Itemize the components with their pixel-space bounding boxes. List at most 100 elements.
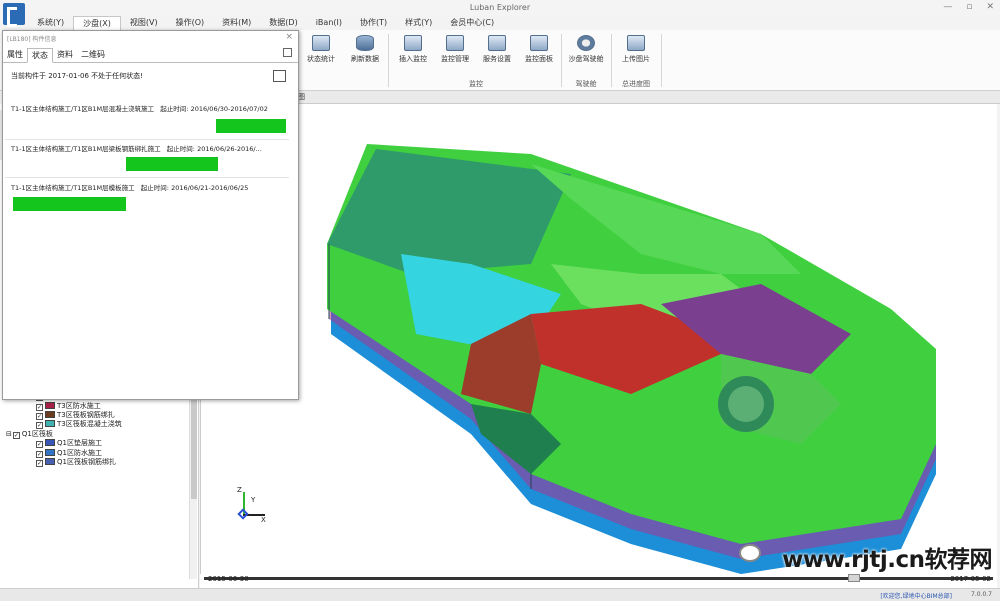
close-icon[interactable]: × (285, 32, 293, 42)
upload-image-label: 上传图片 (622, 55, 650, 63)
divider (661, 34, 662, 87)
restore-icon[interactable]: ▫ (966, 2, 972, 12)
task-item: T1-1区主体结构施工/T1区B1M层梁板钢筋绑扎施工 起止时间: 2016/0… (5, 143, 291, 178)
task-text: T1-1区主体结构施工/T1区B1M层梁板钢筋绑扎施工 起止时间: 2016/0… (11, 143, 291, 153)
image-icon (627, 35, 645, 51)
refresh-data-button[interactable]: 刷新数据 (345, 35, 385, 64)
panel-title: [LB180] 构件信息 (7, 36, 57, 43)
gear-icon (488, 35, 506, 51)
tab-materials[interactable]: 资料 (53, 48, 77, 62)
status-stats-button[interactable]: 状态统计 (301, 35, 341, 64)
color-swatch (45, 411, 55, 419)
menu-style[interactable]: 样式(Y) (396, 16, 441, 30)
menu-bar: 系统(Y) 沙盘(X) 视图(V) 操作(O) 资料(M) 数据(D) iBan… (28, 16, 503, 30)
tree-label: T3区筏板混凝土浇筑 (57, 420, 122, 429)
edit-icon[interactable] (273, 70, 286, 82)
color-swatch (45, 420, 55, 428)
tree-item[interactable]: ✓ Q1区防水施工 (4, 448, 189, 458)
tree-group[interactable]: ⊟ ✓ Q1区筏板 (4, 430, 189, 439)
timeline[interactable]: 2015-06-30 2017-05-02 (200, 574, 997, 588)
monitor-panel-button[interactable]: 监控面板 (519, 35, 559, 64)
menu-data[interactable]: 数据(D) (260, 16, 306, 30)
menu-member[interactable]: 会员中心(C) (441, 16, 503, 30)
divider (561, 34, 562, 87)
timeline-handle[interactable] (848, 574, 860, 582)
tree-checkbox[interactable]: ✓ (36, 460, 43, 468)
tree-checkbox[interactable]: ✓ (36, 403, 43, 411)
menu-view[interactable]: 视图(V) (121, 16, 167, 30)
task-time-label: 起止时间: (160, 105, 189, 113)
document-tab[interactable]: 图 (298, 92, 305, 102)
service-settings-button[interactable]: 服务设置 (477, 35, 517, 64)
app-logo[interactable] (3, 3, 25, 27)
pin-icon[interactable] (283, 48, 292, 57)
menu-system[interactable]: 系统(Y) (28, 16, 73, 30)
insert-monitor-label: 插入监控 (399, 55, 427, 63)
tree-label: Q1区筏板钢筋绑扎 (57, 458, 116, 467)
task-item: T1-1区主体结构施工/T1区B1M层混凝土浇筑施工 起止时间: 2016/06… (5, 103, 291, 140)
close-icon[interactable]: ✕ (986, 2, 994, 12)
tree-checkbox[interactable]: ✓ (36, 422, 43, 430)
tab-properties[interactable]: 属性 (3, 48, 27, 62)
divider (5, 177, 289, 178)
chart-icon (312, 35, 330, 51)
insert-monitor-button[interactable]: 插入监控 (393, 35, 433, 64)
tree-label: Q1区垫层施工 (57, 439, 102, 448)
tree-item[interactable]: ✓ Q1区筏板钢筋绑扎 (4, 458, 189, 468)
menu-iban[interactable]: iBan(I) (307, 16, 351, 30)
refresh-data-label: 刷新数据 (351, 55, 379, 63)
database-icon (356, 35, 374, 51)
tree-label: T3区防水施工 (57, 401, 101, 410)
task-item: T1-1区主体结构施工/T1区B1M层模板施工 起止时间: 2016/06/21… (11, 182, 291, 211)
task-time-label: 起止时间: (140, 184, 169, 192)
task-text: T1-1区主体结构施工/T1区B1M层模板施工 起止时间: 2016/06/21… (11, 182, 291, 192)
tab-qrcode[interactable]: 二维码 (77, 48, 109, 62)
camera-icon (404, 35, 422, 51)
minimize-icon[interactable]: — (943, 2, 952, 12)
tree-checkbox[interactable]: ✓ (36, 413, 43, 421)
task-name: T1-1区主体结构施工/T1区B1M层梁板钢筋绑扎施工 (11, 145, 161, 153)
tree-item[interactable]: ✓ Q1区垫层施工 (4, 439, 189, 449)
expand-icon[interactable]: ⊟ (6, 430, 12, 438)
3d-viewport[interactable]: Z Y X (200, 104, 997, 574)
status-user: [欢迎您,绿地中心BIM总部] (880, 593, 952, 600)
watermark-text: www.rjtj.cn软荐网 (782, 547, 992, 573)
timeline-end: 2017-05-02 (950, 575, 991, 583)
menu-operate[interactable]: 操作(O) (167, 16, 214, 30)
task-time: 2016/06/21-2016/06/25 (171, 184, 249, 192)
upload-image-button[interactable]: 上传图片 (614, 35, 658, 64)
menu-sandbox[interactable]: 沙盘(X) (73, 16, 121, 30)
monitor-manage-button[interactable]: 监控管理 (435, 35, 475, 64)
tree-checkbox[interactable]: ✓ (12, 431, 20, 439)
sandbox-cockpit-label: 沙盘驾驶舱 (568, 55, 604, 63)
status-stats-label: 状态统计 (307, 55, 335, 63)
bim-model[interactable] (201, 104, 998, 574)
group-progress: 总进度图 (622, 80, 650, 88)
group-monitor: 监控 (469, 80, 483, 88)
tree-item[interactable]: ✓ T3区防水施工 (4, 401, 189, 411)
timeline-track[interactable] (204, 577, 993, 580)
component-info-panel: [LB180] 构件信息 × 属性 状态 资料 二维码 当前构件于 2017-0… (2, 30, 299, 400)
task-text: T1-1区主体结构施工/T1区B1M层混凝土浇筑施工 起止时间: 2016/06… (11, 103, 291, 113)
watermark-logo (739, 544, 761, 562)
tree-checkbox[interactable]: ✓ (36, 450, 43, 458)
service-settings-label: 服务设置 (483, 55, 511, 63)
color-swatch (45, 458, 55, 466)
steering-wheel-icon (577, 35, 595, 51)
title-bar: Luban Explorer — ▫ ✕ (0, 0, 1000, 16)
menu-collaborate[interactable]: 协作(T) (351, 16, 396, 30)
task-name: T1-1区主体结构施工/T1区B1M层混凝土浇筑施工 (11, 105, 155, 113)
tree-checkbox[interactable]: ✓ (36, 441, 43, 449)
panel-tabs: 属性 状态 资料 二维码 (3, 48, 298, 63)
progress-bar (126, 157, 218, 171)
window-controls: — ▫ ✕ (943, 2, 994, 12)
menu-materials[interactable]: 资料(M) (213, 16, 260, 30)
current-status: 当前构件于 2017-01-06 不处于任何状态! (11, 72, 143, 80)
app-window: Luban Explorer — ▫ ✕ 系统(Y) 沙盘(X) 视图(V) 操… (0, 0, 1000, 601)
tree-label: Q1区防水施工 (57, 448, 102, 457)
tree-item[interactable]: ✓ T3区筏板混凝土浇筑 (4, 420, 189, 430)
sandbox-cockpit-button[interactable]: 沙盘驾驶舱 (564, 35, 608, 64)
tab-status[interactable]: 状态 (27, 48, 53, 63)
task-name: T1-1区主体结构施工/T1区B1M层模板施工 (11, 184, 135, 192)
panel-icon (530, 35, 548, 51)
